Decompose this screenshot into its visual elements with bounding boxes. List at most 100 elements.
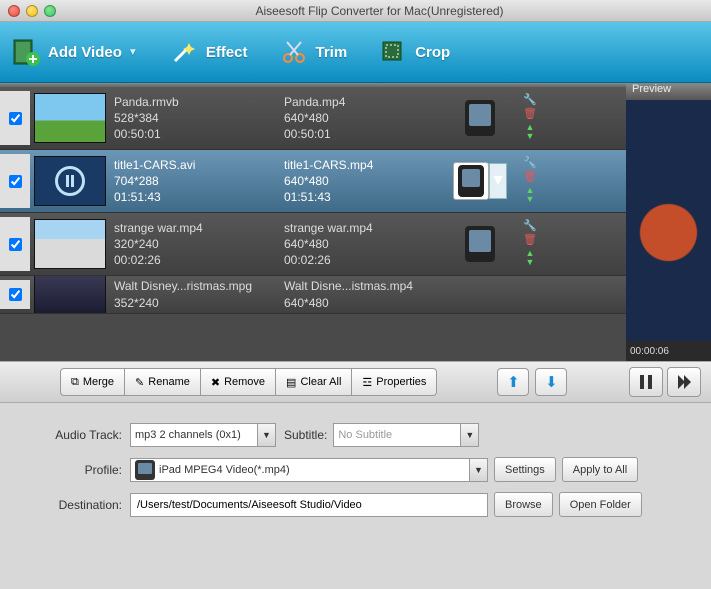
row-checkbox[interactable]	[9, 112, 22, 125]
out-resolution: 640*480	[284, 295, 444, 311]
audio-track-label: Audio Track:	[12, 428, 130, 442]
preview-video[interactable]	[626, 100, 711, 341]
titlebar: Aiseesoft Flip Converter for Mac(Unregis…	[0, 0, 711, 22]
src-filename: strange war.mp4	[114, 220, 284, 236]
out-filename: title1-CARS.mp4	[284, 157, 444, 173]
remove-button[interactable]: ✖ Remove	[201, 368, 276, 396]
src-resolution: 320*240	[114, 236, 284, 252]
preview-timestamp: 00:00:06	[626, 341, 711, 361]
out-duration: 00:50:01	[284, 126, 444, 142]
next-button[interactable]	[667, 367, 701, 397]
main-toolbar: Add Video ▼ Effect Trim Crop	[0, 22, 711, 83]
wrench-icon[interactable]: 🔧	[523, 95, 537, 106]
source-info: Panda.rmvb 528*384 00:50:01	[114, 94, 284, 143]
audio-track-caret[interactable]: ▼	[258, 423, 276, 447]
browse-button[interactable]: Browse	[494, 492, 553, 517]
merge-icon: ⧉	[71, 376, 79, 389]
add-video-button[interactable]: Add Video ▼	[10, 36, 138, 68]
out-resolution: 640*480	[284, 110, 444, 126]
clear-all-label: Clear All	[300, 376, 341, 388]
src-filename: title1-CARS.avi	[114, 157, 284, 173]
apply-to-all-button[interactable]: Apply to All	[562, 457, 638, 482]
merge-label: Merge	[83, 376, 114, 388]
clear-all-button[interactable]: ▤ Clear All	[276, 368, 352, 396]
merge-button[interactable]: ⧉ Merge	[60, 368, 125, 396]
profile-select[interactable]: iPad MPEG4 Video(*.mp4)	[130, 458, 470, 482]
row-checkbox[interactable]	[9, 238, 22, 251]
file-list: Panda.rmvb 528*384 00:50:01 Panda.mp4 64…	[0, 83, 626, 361]
crop-button[interactable]: Crop	[377, 36, 450, 68]
reorder-icon[interactable]: ▲▼	[526, 123, 535, 141]
thumbnail	[34, 156, 106, 206]
destination-label: Destination:	[12, 498, 130, 512]
file-row[interactable]: Walt Disney...ristmas.mpg 352*240 Walt D…	[0, 276, 626, 314]
x-icon: ✖	[211, 376, 220, 389]
output-info: Walt Disne...istmas.mp4 640*480	[284, 278, 444, 310]
source-info: title1-CARS.avi 704*288 01:51:43	[114, 157, 284, 206]
wand-icon	[168, 36, 200, 68]
file-row[interactable]: strange war.mp4 320*240 00:02:26 strange…	[0, 213, 626, 276]
effect-label: Effect	[206, 44, 248, 61]
audio-track-value: mp3 2 channels (0x1)	[135, 429, 241, 441]
reorder-icon[interactable]: ▲▼	[526, 186, 535, 204]
out-resolution: 640*480	[284, 236, 444, 252]
preview-header: Preview	[626, 83, 711, 100]
subtitle-select[interactable]: No Subtitle	[333, 423, 461, 447]
settings-button[interactable]: Settings	[494, 457, 556, 482]
src-duration: 00:02:26	[114, 252, 284, 268]
close-window-button[interactable]	[8, 5, 20, 17]
reorder-icon[interactable]: ▲▼	[526, 249, 535, 267]
clear-icon: ▤	[286, 376, 296, 389]
properties-button[interactable]: ☲ Properties	[352, 368, 437, 396]
move-down-button[interactable]: ⬇	[535, 368, 567, 396]
trash-icon[interactable]: 🗑	[523, 172, 537, 183]
device-icon[interactable]	[465, 226, 495, 262]
out-filename: strange war.mp4	[284, 220, 444, 236]
subtitle-label: Subtitle:	[284, 428, 333, 442]
preview-pane: Preview 00:00:06	[626, 83, 711, 361]
row-checkbox[interactable]	[9, 175, 22, 188]
trash-icon[interactable]: 🗑	[523, 235, 537, 246]
audio-track-select[interactable]: mp3 2 channels (0x1)	[130, 423, 258, 447]
out-duration: 01:51:43	[284, 189, 444, 205]
ipad-icon	[458, 165, 484, 197]
ipad-profile-icon	[135, 460, 155, 480]
subtitle-caret[interactable]: ▼	[461, 423, 479, 447]
src-duration: 01:51:43	[114, 189, 284, 205]
effect-button[interactable]: Effect	[168, 36, 248, 68]
wrench-icon[interactable]: 🔧	[523, 221, 537, 232]
film-add-icon	[10, 36, 42, 68]
profile-value: iPad MPEG4 Video(*.mp4)	[159, 464, 290, 476]
device-icon[interactable]	[465, 100, 495, 136]
rename-button[interactable]: ✎Rename	[125, 368, 201, 396]
settings-label: Settings	[505, 464, 545, 476]
file-row-selected[interactable]: title1-CARS.avi 704*288 01:51:43 title1-…	[0, 150, 626, 213]
apply-all-label: Apply to All	[573, 464, 627, 476]
minimize-window-button[interactable]	[26, 5, 38, 17]
destination-input[interactable]	[130, 493, 488, 517]
profile-caret[interactable]: ▼	[470, 458, 488, 482]
source-info: Walt Disney...ristmas.mpg 352*240	[114, 278, 284, 310]
src-filename: Panda.rmvb	[114, 94, 284, 110]
move-up-button[interactable]: ⬆	[497, 368, 529, 396]
row-checkbox[interactable]	[9, 288, 22, 301]
pause-button[interactable]	[629, 367, 663, 397]
device-dropdown-caret[interactable]: ▼	[489, 163, 507, 199]
open-folder-label: Open Folder	[570, 499, 631, 511]
device-selector[interactable]	[453, 162, 489, 200]
info-icon: ☲	[362, 376, 372, 389]
out-filename: Walt Disne...istmas.mp4	[284, 278, 444, 294]
wrench-icon[interactable]: 🔧	[523, 158, 537, 169]
trash-icon[interactable]: 🗑	[523, 109, 537, 120]
src-duration: 00:50:01	[114, 126, 284, 142]
properties-label: Properties	[376, 376, 426, 388]
trim-label: Trim	[316, 44, 348, 61]
open-folder-button[interactable]: Open Folder	[559, 492, 642, 517]
out-filename: Panda.mp4	[284, 94, 444, 110]
file-row[interactable]: Panda.rmvb 528*384 00:50:01 Panda.mp4 64…	[0, 87, 626, 150]
remove-label: Remove	[224, 376, 265, 388]
trim-button[interactable]: Trim	[278, 36, 348, 68]
out-duration: 00:02:26	[284, 252, 444, 268]
zoom-window-button[interactable]	[44, 5, 56, 17]
action-bar: ⧉ Merge ✎Rename ✖ Remove ▤ Clear All ☲ Prope…	[0, 361, 711, 403]
